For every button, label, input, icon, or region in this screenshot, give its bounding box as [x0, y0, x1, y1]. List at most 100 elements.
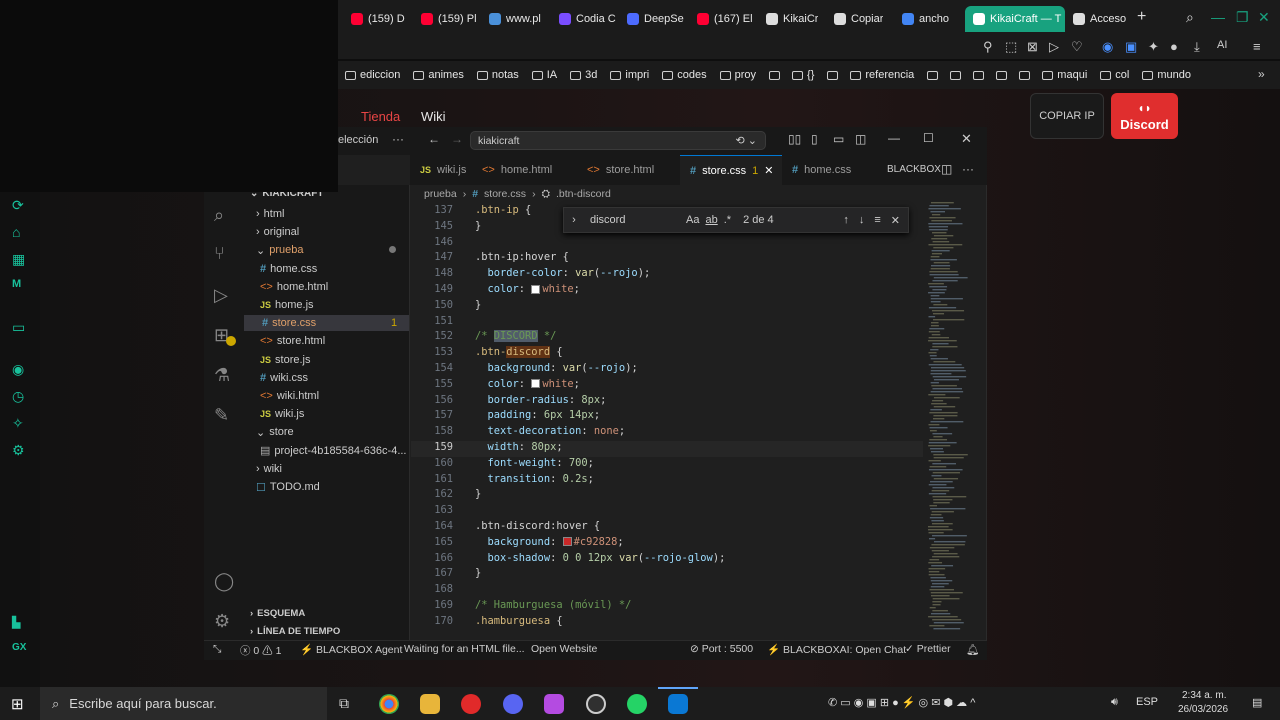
back-icon[interactable]: ←: [428, 132, 440, 146]
code-line[interactable]: 160 font-weight: 700;: [411, 457, 594, 473]
whole-word-button[interactable]: ab: [705, 214, 717, 226]
browser-tab[interactable]: Acceso: [1073, 9, 1126, 29]
editor-tab[interactable]: <> store.html: [577, 155, 679, 185]
browser-tab[interactable]: www.pl: [489, 9, 541, 29]
chrome-icon[interactable]: [379, 694, 399, 714]
tree-item[interactable]: <> wiki.html: [260, 388, 319, 404]
code-line[interactable]: 157 padding: 6px 14px;: [411, 409, 600, 425]
manage-icon[interactable]: ⚙: [214, 611, 230, 632]
download-icon[interactable]: ⤓: [1194, 39, 1200, 55]
open-website-button[interactable]: Open Website: [531, 643, 597, 655]
find-input[interactable]: discord: [584, 214, 684, 226]
explorer-search-icon[interactable]: ⌕: [214, 205, 224, 226]
translate-icon[interactable]: ▣: [1125, 39, 1137, 55]
split-editor-icon[interactable]: ◫: [941, 162, 952, 176]
bookmark-item[interactable]: [769, 70, 784, 80]
code-line[interactable]: 159 width: 80px;: [411, 441, 923, 457]
previous-match-icon[interactable]: ↑: [843, 214, 849, 226]
source-control-icon[interactable]: ⑂: [214, 243, 225, 264]
new-tab-icon[interactable]: +: [1137, 8, 1146, 26]
port-status[interactable]: ⊘ Port : 5500: [690, 643, 753, 655]
breadcrumb-file[interactable]: store.css: [484, 188, 526, 201]
close-find-icon[interactable]: ✕: [891, 214, 900, 227]
search-icon[interactable]: ⌕: [1186, 9, 1194, 26]
code-line[interactable]: 165 background: #c92828;: [411, 536, 623, 552]
ai-label[interactable]: AI: [1217, 39, 1227, 51]
bookmark-item[interactable]: [827, 70, 842, 80]
bookmark-item[interactable]: proy: [719, 69, 756, 81]
code-line[interactable]: 162}: [411, 488, 481, 504]
tree-item[interactable]: › html: [256, 206, 284, 222]
bookmark-item[interactable]: 3d: [570, 69, 597, 81]
nav-store-link[interactable]: Tienda: [361, 109, 400, 124]
taskbar-search[interactable]: ⌕ Escribe aquí para buscar.: [40, 687, 327, 720]
clock-date[interactable]: 26/03/2026: [1178, 704, 1228, 715]
outline-section[interactable]: › ESQUEMA: [250, 608, 305, 619]
editor-tab[interactable]: <> home.html: [472, 155, 576, 185]
code-line[interactable]: 149 color: white;: [411, 283, 580, 299]
bookmark-item[interactable]: codes: [662, 69, 707, 81]
code-line[interactable]: 147 .btn-ip:hover {: [411, 251, 569, 267]
code-line[interactable]: 156 border-radius: 8px;: [411, 394, 606, 410]
editor-tab[interactable]: # home.css: [782, 155, 878, 185]
layout-icon-3[interactable]: ▭: [833, 132, 844, 146]
messenger-icon[interactable]: M: [12, 278, 21, 290]
audio-icon[interactable]: ◉: [1102, 39, 1113, 55]
minimize-icon[interactable]: —: [1211, 9, 1225, 25]
snapshot-icon[interactable]: ⬚: [1005, 39, 1017, 55]
bookmark-item[interactable]: notas: [476, 69, 519, 81]
bookmark-item[interactable]: animes: [413, 69, 464, 81]
editor-tab[interactable]: JS wiki.js: [410, 155, 472, 185]
breadcrumb-folder[interactable]: prueba: [424, 188, 457, 201]
vs-close-icon[interactable]: ✕: [961, 131, 972, 147]
accounts-icon[interactable]: ◯: [214, 571, 234, 592]
bookmark-item[interactable]: IA: [531, 69, 557, 81]
run-debug-icon[interactable]: ▷: [214, 285, 228, 306]
bookmark-item[interactable]: {}: [792, 69, 814, 81]
bookmark-item[interactable]: [950, 70, 965, 80]
twitch-icon[interactable]: ▭: [12, 319, 25, 336]
discord-app-icon[interactable]: [503, 694, 523, 714]
pin-side-icon[interactable]: ▙: [12, 616, 20, 629]
bookmark-item[interactable]: maqui: [1042, 69, 1087, 81]
layout-icon-2[interactable]: ▯: [811, 132, 818, 146]
opera-ai-icon[interactable]: ⟳: [12, 197, 24, 214]
code-line[interactable]: 155 color: white;: [411, 378, 580, 394]
prettier-status[interactable]: ✓ Prettier: [905, 643, 951, 655]
bookmark-item[interactable]: referencia: [850, 69, 914, 81]
browser-tab[interactable]: (159) D: [351, 9, 405, 29]
tree-item[interactable]: ▤ project-4b185584-636c-4...: [260, 443, 407, 459]
tree-item[interactable]: ⌄ prueba: [256, 242, 396, 258]
bookmark-item[interactable]: ediccion: [345, 69, 400, 81]
tree-item[interactable]: # wiki.css: [260, 370, 308, 386]
blackbox-label[interactable]: BLACKBOX: [887, 164, 941, 175]
heart-icon[interactable]: ♡: [1071, 39, 1083, 55]
windows-start-icon[interactable]: ⊞: [11, 695, 24, 713]
opera-gx-icon[interactable]: [461, 694, 481, 714]
tree-item[interactable]: JS wiki.js: [260, 406, 304, 422]
vs-minimize-icon[interactable]: —: [888, 131, 900, 145]
vscode-app-icon[interactable]: [668, 694, 688, 714]
code-line[interactable]: 153 .btn-discord {: [411, 346, 563, 362]
match-case-button[interactable]: Aa: [686, 214, 699, 226]
more-bookmarks-icon[interactable]: »: [1258, 67, 1265, 81]
tree-item[interactable]: ☐ TODO.md: [256, 479, 320, 495]
more-icon[interactable]: ···: [392, 132, 404, 146]
code-line[interactable]: 158 text-decoration: none;: [411, 425, 625, 441]
toggle-replace-icon[interactable]: ›: [564, 214, 584, 226]
code-line[interactable]: 152 /* DISCORD */: [411, 330, 556, 346]
tree-item[interactable]: JS store.js: [260, 352, 310, 368]
code-line[interactable]: 170 .hamburguesa {: [411, 615, 562, 631]
remote-icon[interactable]: ⤡: [213, 643, 221, 656]
tree-item[interactable]: # home.css: [260, 261, 317, 277]
player-icon[interactable]: ◉: [12, 361, 24, 378]
menu-icon[interactable]: ≡: [1253, 39, 1261, 54]
browser-tab[interactable]: ancho: [902, 9, 949, 29]
browser-tab[interactable]: KikaiCr: [766, 9, 818, 29]
extensions-side-icon[interactable]: ✧: [12, 415, 24, 432]
tree-item[interactable]: JS home.js: [260, 297, 314, 313]
restore-icon[interactable]: ❐: [1236, 9, 1249, 26]
github-icon[interactable]: [586, 694, 606, 714]
blackbox-agent[interactable]: ⚡ BLACKBOX Agent: [300, 643, 402, 656]
code-line[interactable]: 145}: [411, 220, 481, 236]
